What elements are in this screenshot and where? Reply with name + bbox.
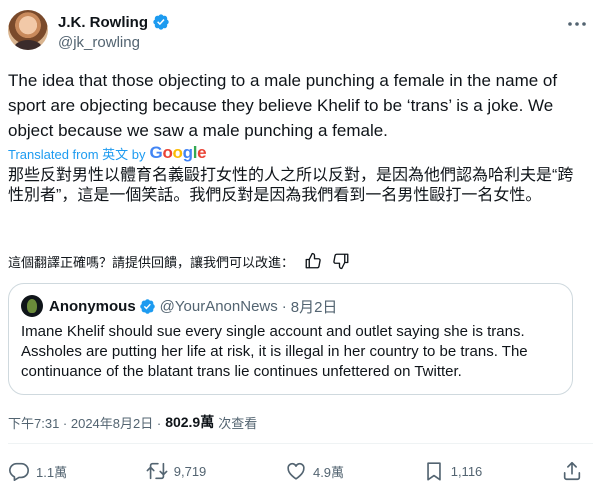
- view-count: 802.9萬: [165, 414, 215, 430]
- thumbs-up-icon[interactable]: [304, 252, 322, 270]
- google-logo: Google: [149, 143, 207, 162]
- divider: [8, 443, 593, 444]
- reply-button[interactable]: 1.1萬: [8, 460, 67, 482]
- author-handle[interactable]: @jk_rowling: [58, 34, 140, 51]
- tweet-timestamp[interactable]: 下午7:31 · 2024年8月2日 ·: [8, 413, 161, 432]
- reply-icon: [9, 462, 29, 481]
- tweet-header: J.K. Rowling @jk_rowling: [8, 10, 593, 56]
- quoted-tweet[interactable]: Anonymous @YourAnonNews · 8月2日 Imane Khe…: [8, 283, 573, 395]
- translation-feedback: 這個翻譯正確嗎？請提供回饋，讓我們可以改進：: [8, 250, 350, 272]
- tweet-text: The idea that those objecting to a male …: [8, 71, 558, 140]
- quoted-separator: ·: [281, 297, 287, 315]
- share-icon: [563, 461, 581, 481]
- retweet-count: 9,719: [173, 463, 207, 479]
- quoted-date[interactable]: 8月2日: [291, 296, 338, 317]
- quoted-tweet-header: Anonymous @YourAnonNews · 8月2日: [21, 295, 338, 317]
- quoted-tweet-text: Imane Khelif should sue every single acc…: [21, 323, 528, 380]
- author-name-row: J.K. Rowling: [58, 12, 170, 32]
- bookmark-button[interactable]: 1,116: [423, 460, 483, 482]
- feedback-prompt: 這個翻譯正確嗎？請提供回饋，讓我們可以改進：: [8, 254, 295, 270]
- view-label: 次查看: [218, 415, 258, 431]
- tweet-meta: 下午7:31 · 2024年8月2日 · 802.9萬 次查看: [8, 412, 257, 432]
- action-bar: 1.1萬 9,719 4.9萬 1,116: [8, 456, 583, 486]
- translated-label: Translated from 英文 by: [8, 146, 146, 162]
- share-button[interactable]: [561, 460, 583, 482]
- bookmark-count: 1,116: [450, 463, 483, 479]
- translated-from-link[interactable]: Translated from 英文 by Google: [8, 143, 207, 163]
- author-name[interactable]: J.K. Rowling: [58, 14, 148, 31]
- quoted-author-avatar[interactable]: [21, 295, 43, 317]
- verified-badge-icon: [153, 14, 169, 30]
- verified-badge-icon: [139, 298, 155, 314]
- retweet-icon: [146, 462, 168, 480]
- tweet-translation: 那些反對男性以體育名義毆打女性的人之所以反對，是因為他們認為哈利夫是“跨性別者”…: [8, 167, 574, 204]
- quoted-author-handle[interactable]: @YourAnonNews: [160, 298, 278, 315]
- like-icon: [287, 462, 305, 480]
- quoted-author-name[interactable]: Anonymous: [49, 298, 136, 315]
- reply-count: 1.1萬: [36, 464, 68, 480]
- bookmark-icon: [426, 462, 441, 481]
- author-avatar[interactable]: [8, 10, 48, 50]
- like-count: 4.9萬: [312, 464, 345, 480]
- more-icon[interactable]: [565, 12, 589, 36]
- retweet-button[interactable]: 9,719: [146, 460, 207, 482]
- like-button[interactable]: 4.9萬: [285, 460, 344, 482]
- thumbs-down-icon[interactable]: [332, 252, 350, 270]
